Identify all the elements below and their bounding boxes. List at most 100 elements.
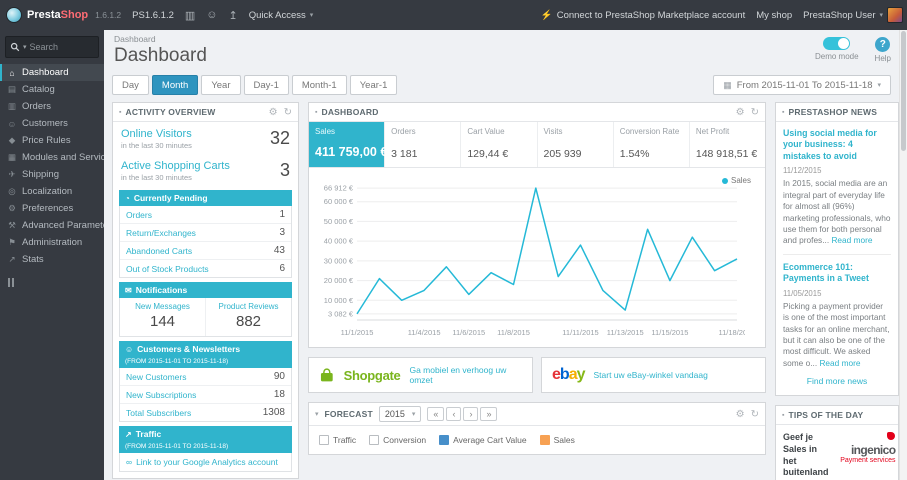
lightbulb-icon: ▪ [782, 411, 785, 419]
read-more-link[interactable]: Read more [819, 358, 860, 368]
sidebar-item-label: Preferences [22, 203, 74, 214]
panel-bullet-icon: ▪ [315, 108, 318, 116]
ebay-promo-link[interactable]: Start uw eBay-winkel vandaag [594, 370, 708, 380]
prestashop-logo[interactable]: PrestaShop 1.6.1.2 [6, 7, 121, 23]
active-carts-link[interactable]: Active Shopping Carts [121, 160, 230, 172]
collapse-panel-icon[interactable]: ▾ [315, 410, 319, 418]
shopgate-module-card[interactable]: Shopgate Ga mobiel en verhoog uw omzet [308, 357, 533, 393]
range-day-1-button[interactable]: Day-1 [243, 75, 289, 95]
forecast-legend-traffic[interactable]: Traffic [319, 435, 356, 445]
scrollbar-thumb[interactable] [901, 31, 906, 151]
refresh-icon[interactable]: ↻ [751, 409, 759, 420]
forecast-legend-sales[interactable]: Sales [539, 435, 575, 445]
new-messages-cell[interactable]: New Messages 144 [120, 298, 205, 336]
refresh-icon[interactable]: ↻ [284, 107, 292, 118]
new-subscriptions-link[interactable]: New Subscriptions [126, 390, 196, 400]
news-article-title[interactable]: Ecommerce 101: Payments in a Tweet [783, 262, 891, 285]
sidebar-item-modules[interactable]: ▦ Modules and Services [0, 149, 104, 166]
quick-access-menu[interactable]: Quick Access ▾ [249, 10, 314, 21]
range-year-button[interactable]: Year [201, 75, 241, 95]
settings-icon[interactable]: ⚙ [736, 107, 745, 118]
marketplace-link[interactable]: ⚡ Connect to PrestaShop Marketplace acco… [541, 10, 745, 21]
pending-returns-value: 3 [279, 227, 285, 238]
date-range-picker[interactable]: ▦ From 2015-11-01 To 2015-11-18 ▾ [713, 75, 891, 95]
pending-orders-link[interactable]: Orders [126, 210, 152, 220]
sidebar-item-dashboard[interactable]: ⌂ Dashboard [0, 64, 104, 81]
kpi-orders[interactable]: Orders 3 181 [385, 122, 462, 167]
settings-icon[interactable]: ⚙ [269, 107, 278, 118]
forecast-legend-average-cart-value[interactable]: Average Cart Value [439, 435, 527, 445]
range-month-1-button[interactable]: Month-1 [291, 75, 347, 95]
abandoned-carts-link[interactable]: Abandoned Carts [126, 246, 192, 256]
forecast-next-button[interactable]: › [463, 407, 479, 421]
kpi-value: 205 939 [543, 148, 582, 160]
sidebar-item-price-rules[interactable]: ◆ Price Rules [0, 132, 104, 149]
sidebar-item-advanced-parameters[interactable]: ⚒ Advanced Parameters [0, 217, 104, 234]
forecast-last-button[interactable]: » [480, 407, 498, 421]
total-subscribers-link[interactable]: Total Subscribers [126, 408, 191, 418]
kpi-visits[interactable]: Visits 205 939 [538, 122, 614, 167]
kpi-value: 411 759,00 € [315, 145, 388, 159]
kpi-sales[interactable]: Sales 411 759,00 € [309, 122, 388, 167]
chart-legend[interactable]: Sales [721, 176, 751, 185]
forecast-prev-button[interactable]: ‹ [446, 407, 462, 421]
find-more-news-link[interactable]: Find more news [776, 371, 898, 395]
ebay-module-card[interactable]: ebay Start uw eBay-winkel vandaag [541, 357, 766, 393]
range-month-button[interactable]: Month [151, 75, 199, 95]
my-shop-link[interactable]: My shop [756, 10, 792, 21]
online-visitors-link[interactable]: Online Visitors [121, 128, 192, 140]
pending-returns-link[interactable]: Return/Exchanges [126, 228, 196, 238]
chevron-down-icon[interactable]: ▾ [23, 43, 27, 51]
help-button[interactable]: ? Help [875, 37, 891, 63]
mail-icon: ✉ [125, 285, 132, 295]
sidebar-item-localization[interactable]: ◎ Localization [0, 183, 104, 200]
demo-mode-toggle[interactable]: Demo mode [815, 37, 859, 61]
topbar: PrestaShop 1.6.1.2 PS1.6.1.2 ▥ ☺ ↥ Quick… [0, 0, 907, 30]
checkbox-icon [369, 435, 380, 445]
sidebar-item-stats[interactable]: ↗ Stats [0, 251, 104, 268]
refresh-icon[interactable]: ↻ [751, 107, 759, 118]
svg-text:11/8/2015: 11/8/2015 [497, 328, 530, 337]
search-input[interactable] [29, 42, 88, 52]
kpi-value: 129,44 € [467, 148, 509, 160]
settings-icon[interactable]: ⚙ [736, 409, 745, 420]
collapse-menu-icon[interactable] [8, 278, 104, 287]
rocket-icon[interactable]: ↥ [229, 9, 238, 22]
shopgate-promo-link[interactable]: Ga mobiel en verhoog uw omzet [409, 365, 522, 385]
new-customers-link[interactable]: New Customers [126, 372, 186, 382]
sidebar-item-catalog[interactable]: ▤ Catalog [0, 81, 104, 98]
kpi-cart-value[interactable]: Cart Value 129,44 € [461, 122, 538, 167]
google-analytics-link[interactable]: ∞ Link to your Google Analytics account [126, 457, 285, 467]
breadcrumb[interactable]: Dashboard [114, 34, 889, 44]
page-scrollbar[interactable] [899, 30, 907, 480]
sidebar-item-customers[interactable]: ☺ Customers [0, 115, 104, 132]
svg-text:60 000 €: 60 000 € [324, 197, 354, 206]
help-icon: ? [875, 37, 891, 52]
forecast-year-select[interactable]: 2015 ▾ [378, 406, 422, 422]
product-reviews-cell[interactable]: Product Reviews 882 [205, 298, 291, 336]
kpi-conversion-rate[interactable]: Conversion Rate 1.54% [614, 122, 690, 167]
sidebar-item-orders[interactable]: ▥ Orders [0, 98, 104, 115]
forecast-first-button[interactable]: « [427, 407, 445, 421]
shop-name-link[interactable]: PS1.6.1.2 [132, 10, 174, 21]
sidebar: ▾ ⌂ Dashboard ▤ Catalog ▥ Orders ☺ Custo… [0, 30, 104, 480]
svg-text:11/1/2015: 11/1/2015 [341, 328, 374, 337]
news-article-title[interactable]: Using social media for your business: 4 … [783, 128, 891, 162]
forecast-legend-conversion[interactable]: Conversion [369, 435, 426, 445]
notifications-section: ✉ Notifications New Messages 144 Product… [119, 282, 292, 337]
range-day-button[interactable]: Day [112, 75, 149, 95]
customers-row: Total Subscribers 1308 [120, 404, 291, 421]
user-menu[interactable]: PrestaShop User ▾ [803, 7, 903, 23]
sidebar-item-administration[interactable]: ⚑ Administration [0, 234, 104, 251]
cart-icon[interactable]: ▥ [185, 9, 195, 22]
kpi-net-profit[interactable]: Net Profit 148 918,51 € [690, 122, 765, 167]
out-of-stock-link[interactable]: Out of Stock Products [126, 264, 209, 274]
sidebar-item-preferences[interactable]: ⚙ Preferences [0, 200, 104, 217]
range-year-1-button[interactable]: Year-1 [349, 75, 398, 95]
sidebar-item-label: Customers [22, 118, 68, 129]
sidebar-item-shipping[interactable]: ✈ Shipping [0, 166, 104, 183]
profile-icon[interactable]: ☺ [206, 9, 217, 21]
read-more-link[interactable]: Read more [831, 235, 872, 245]
sidebar-search[interactable]: ▾ [5, 36, 99, 58]
sidebar-item-label: Administration [22, 237, 83, 248]
